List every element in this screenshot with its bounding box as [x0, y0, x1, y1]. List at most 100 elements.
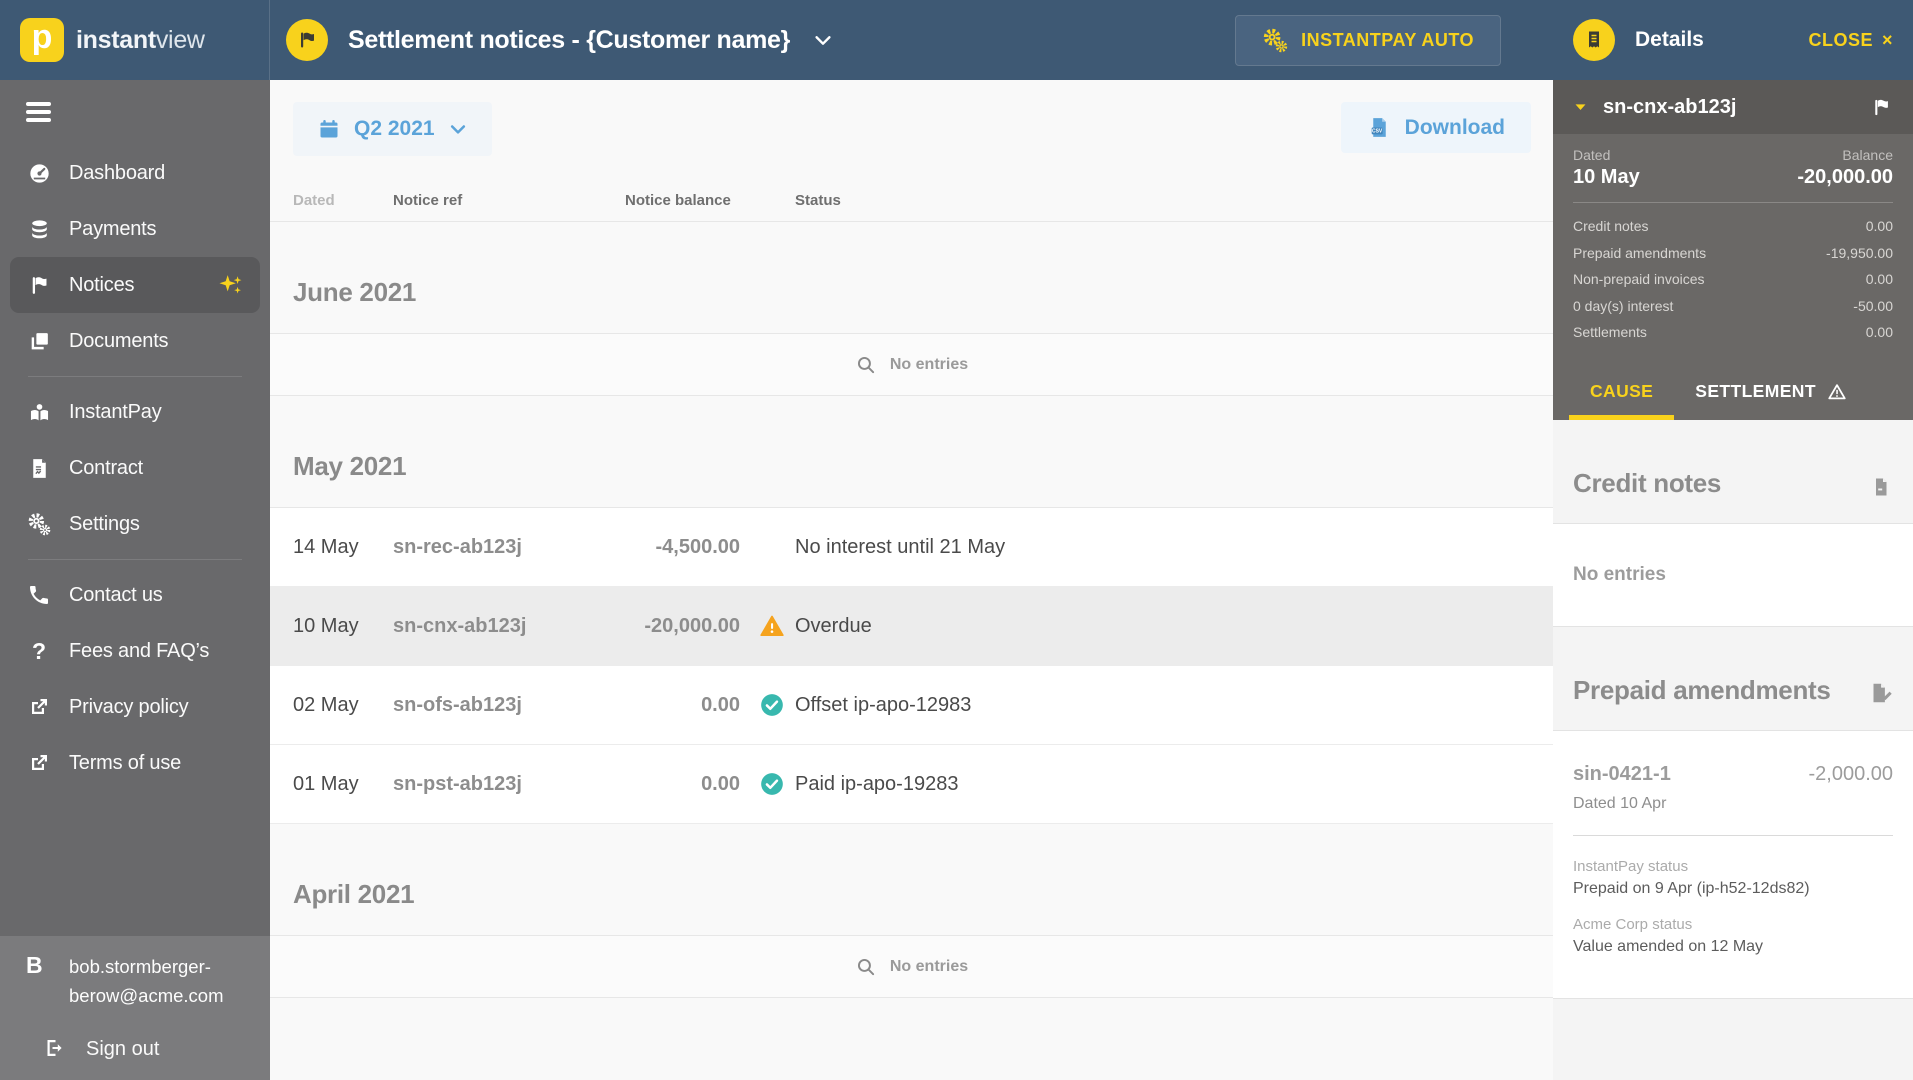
- sidebar-item-terms-of-use[interactable]: Terms of use: [0, 735, 270, 791]
- instantpay-auto-button[interactable]: INSTANTPAY AUTO: [1235, 14, 1501, 66]
- divider: [1573, 202, 1893, 203]
- copy-icon: [26, 328, 52, 354]
- caret-down-icon: [1573, 100, 1588, 115]
- sidebar-item-privacy-policy[interactable]: Privacy policy: [0, 679, 270, 735]
- breakdown-row: Credit notes 0.00: [1573, 213, 1893, 240]
- notices-main: Q2 2021 CSV Download Dated Notice ref No…: [270, 80, 1553, 1080]
- tab-settlement[interactable]: SETTLEMENT: [1674, 364, 1869, 420]
- breakdown-value: 0.00: [1865, 218, 1893, 234]
- notice-dated: 02 May: [293, 693, 359, 716]
- logo-icon: p: [20, 18, 64, 62]
- phone-icon: [26, 582, 52, 608]
- flag-icon: [295, 28, 319, 52]
- balance-breakdown: Credit notes 0.00 Prepaid amendments -19…: [1573, 213, 1893, 346]
- credit-notes-empty: No entries: [1553, 523, 1913, 627]
- sidebar-item-contact-us[interactable]: Contact us: [0, 567, 270, 623]
- chevron-down-icon[interactable]: [812, 29, 834, 51]
- sidebar-item-dashboard[interactable]: Dashboard: [0, 145, 270, 201]
- notice-balance: 0.00: [701, 772, 740, 795]
- document-edit-icon[interactable]: [1867, 680, 1893, 706]
- amendment-ref: sin-0421-1: [1573, 762, 1671, 785]
- document-icon[interactable]: [1869, 475, 1893, 499]
- sidebar-item-contract[interactable]: Contract: [0, 440, 270, 496]
- check-icon: [759, 771, 785, 797]
- close-icon: ×: [1881, 30, 1893, 50]
- toolbar: Q2 2021 CSV Download: [270, 80, 1553, 180]
- sidebar-item-notices[interactable]: Notices: [10, 257, 260, 313]
- details-panel: sn-cnx-ab123j Dated Balance 10 May -20,0…: [1553, 80, 1913, 1080]
- notice-dated: 01 May: [293, 772, 359, 795]
- sidebar-item-label: Notices: [69, 273, 135, 296]
- avatar: B: [26, 952, 43, 978]
- details-tabs: CAUSE SETTLEMENT: [1553, 363, 1913, 420]
- notices-badge: [286, 19, 328, 61]
- column-header-ref[interactable]: Notice ref: [393, 192, 625, 209]
- notice-expander[interactable]: sn-cnx-ab123j: [1553, 80, 1913, 134]
- brand-light: view: [155, 25, 205, 54]
- sign-out-icon: [43, 1036, 69, 1062]
- breakdown-value: -50.00: [1853, 297, 1893, 314]
- column-header-balance[interactable]: Notice balance: [625, 192, 740, 209]
- breakdown-label: Settlements: [1573, 324, 1647, 340]
- question-mark-icon: ?: [31, 637, 47, 664]
- month-title: April 2021: [293, 879, 415, 909]
- flag-icon[interactable]: [1870, 96, 1893, 119]
- sidebar-item-instantpay[interactable]: InstantPay: [0, 384, 270, 440]
- credit-notes-section-header: Credit notes: [1553, 420, 1913, 524]
- notice-balance: -20,000.00: [644, 614, 740, 637]
- breakdown-row: Prepaid amendments -19,950.00: [1573, 240, 1893, 267]
- prepaid-amendment-entry[interactable]: sin-0421-1 -2,000.00 Dated 10 Apr Instan…: [1553, 730, 1913, 999]
- app-logo: p instantview: [0, 0, 270, 80]
- tab-label: SETTLEMENT: [1695, 381, 1816, 401]
- breakdown-row: Non-prepaid invoices 0.00: [1573, 266, 1893, 293]
- notice-ref: sn-rec-ab123j: [393, 535, 522, 558]
- amendment-amount: -2,000.00: [1808, 762, 1893, 785]
- flag-icon: [26, 272, 52, 298]
- page-title-dropdown[interactable]: Settlement notices - {Customer name}: [348, 26, 834, 55]
- notice-row[interactable]: 01 May sn-pst-ab123j 0.00 Paid ip-apo-19…: [270, 745, 1553, 824]
- breakdown-value: 0.00: [1865, 271, 1893, 287]
- sidebar-item-documents[interactable]: Documents: [0, 313, 270, 369]
- period-selector-button[interactable]: Q2 2021: [293, 102, 492, 156]
- instantpay-status-value: Prepaid on 9 Apr (ip-h52-12ds82): [1573, 879, 1810, 897]
- sidebar-item-payments[interactable]: Payments: [0, 201, 270, 257]
- main-header: Settlement notices - {Customer name} INS…: [270, 0, 1553, 80]
- notice-ref: sn-cnx-ab123j: [1603, 95, 1737, 118]
- logo-letter: p: [31, 18, 53, 56]
- search-icon: [855, 956, 877, 978]
- breakdown-row: Settlements 0.00: [1573, 319, 1893, 346]
- sidebar-item-label: Contact us: [69, 583, 163, 606]
- sign-out-button[interactable]: Sign out: [26, 1036, 270, 1062]
- acme-status-value: Value amended on 12 May: [1573, 937, 1764, 955]
- calendar-icon: [317, 117, 341, 141]
- notice-row[interactable]: 02 May sn-ofs-ab123j 0.00 Offset ip-apo-…: [270, 666, 1553, 745]
- prepaid-amendments-section-header: Prepaid amendments: [1553, 627, 1913, 731]
- notice-balance: 0.00: [701, 693, 740, 716]
- tab-label: CAUSE: [1590, 381, 1654, 401]
- notice-ref: sn-cnx-ab123j: [393, 614, 527, 637]
- notice-row[interactable]: 10 May sn-cnx-ab123j -20,000.00 Overdue: [270, 587, 1553, 666]
- menu-toggle-button[interactable]: [0, 80, 270, 145]
- dated-label: Dated: [1573, 147, 1611, 163]
- sidebar-item-settings[interactable]: Settings: [0, 496, 270, 552]
- sidebar-item-label: Terms of use: [69, 751, 182, 774]
- column-header-dated[interactable]: Dated: [293, 192, 393, 209]
- notice-row[interactable]: 14 May sn-rec-ab123j -4,500.00 No intere…: [270, 508, 1553, 587]
- download-button[interactable]: CSV Download: [1340, 102, 1531, 153]
- sidebar-item-fees-faqs[interactable]: ? Fees and FAQ’s: [0, 623, 270, 679]
- tab-cause[interactable]: CAUSE: [1569, 364, 1675, 420]
- breakdown-value: -19,950.00: [1826, 244, 1893, 261]
- gears-icon: [1262, 27, 1289, 54]
- column-header-status[interactable]: Status: [795, 192, 1553, 209]
- prepaid-amendments-heading: Prepaid amendments: [1573, 674, 1831, 705]
- gauge-icon: [26, 160, 52, 186]
- sidebar: Dashboard Payments Notices Documents Ins…: [0, 80, 270, 1080]
- notice-dated: 10 May: [293, 614, 359, 637]
- notice-ref: sn-ofs-ab123j: [393, 693, 522, 716]
- close-button[interactable]: CLOSE ×: [1808, 30, 1893, 51]
- top-bar: p instantview Settlement notices - {Cust…: [0, 0, 1913, 80]
- sidebar-divider: [28, 559, 242, 560]
- credit-notes-heading: Credit notes: [1573, 467, 1722, 498]
- breakdown-label: 0 day(s) interest: [1573, 297, 1674, 314]
- notice-status: Paid ip-apo-19283: [795, 772, 959, 795]
